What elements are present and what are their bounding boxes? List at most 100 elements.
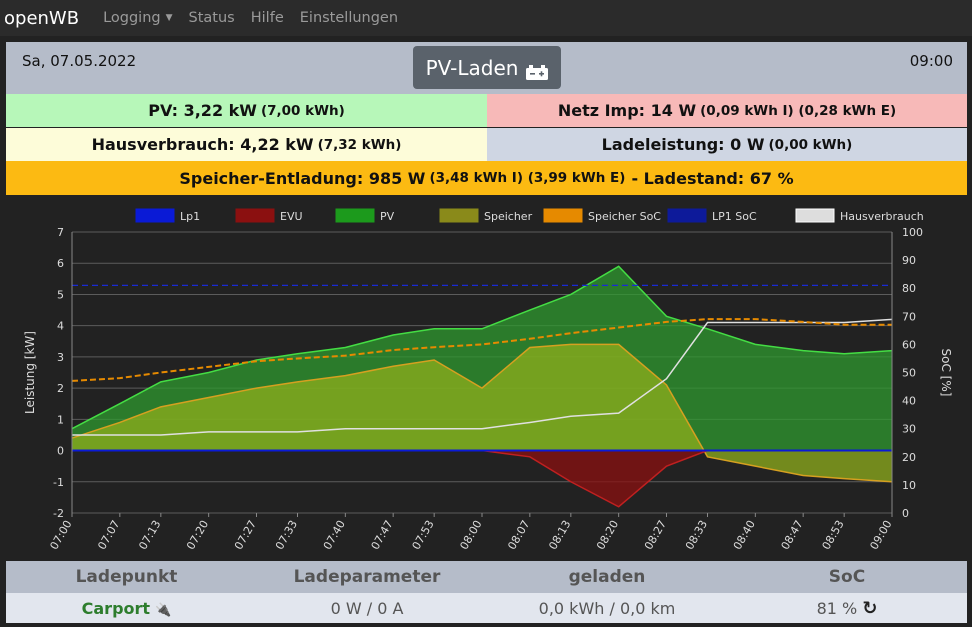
y2-tick-label: 30 xyxy=(902,423,916,436)
info-row-2: Hausverbrauch: 4,22 kW (7,32 kWh) Ladelei… xyxy=(6,128,967,161)
y2-axis-title: SoC [%] xyxy=(939,349,953,397)
netz-value: Netz Imp: 14 W xyxy=(557,101,697,120)
y2-tick-label: 50 xyxy=(902,367,916,380)
x-tick-label: 07:40 xyxy=(321,518,348,552)
lade-energy: (0,00 kWh) xyxy=(768,136,853,153)
y-tick-label: 1 xyxy=(57,413,64,426)
legend-label: Speicher xyxy=(484,210,533,223)
table-header: Ladepunkt Ladeparameter geladen SoC xyxy=(6,561,967,593)
y-axis-title: Leistung [kW] xyxy=(23,331,37,414)
x-tick-label: 08:40 xyxy=(731,518,758,552)
y-tick-label: 5 xyxy=(57,288,64,301)
header-ladeparameter: Ladeparameter xyxy=(293,567,441,587)
legend-swatch xyxy=(235,208,275,223)
y2-tick-label: 90 xyxy=(902,254,916,267)
legend-swatch xyxy=(439,208,479,223)
chargepoint-params: 0 W / 0 A xyxy=(330,598,404,618)
x-tick-label: 07:20 xyxy=(184,518,211,552)
legend-label: PV xyxy=(380,210,395,223)
y-tick-label: 6 xyxy=(57,257,64,270)
y-tick-label: -1 xyxy=(53,476,64,489)
legend-swatch xyxy=(667,208,707,223)
refresh-icon[interactable]: ↻ xyxy=(862,598,877,619)
x-tick-label: 08:00 xyxy=(457,518,484,552)
legend-label: Lp1 xyxy=(180,210,200,223)
y-tick-label: 2 xyxy=(57,382,64,395)
x-tick-label: 08:53 xyxy=(820,518,847,552)
plug-icon: 🔌 xyxy=(155,602,172,618)
nav-logging[interactable]: Logging ▼ xyxy=(103,10,172,26)
date-label: Sa, 07.05.2022 xyxy=(22,52,137,70)
brand-logo[interactable]: openWB xyxy=(4,8,79,29)
charge-mode-label: PV-Laden xyxy=(425,55,519,80)
x-tick-label: 08:47 xyxy=(779,518,806,552)
haus-value: Hausverbrauch: 4,22 kW xyxy=(91,135,314,154)
lade-value: Ladeleistung: 0 W xyxy=(601,135,765,154)
x-tick-label: 08:13 xyxy=(546,518,573,552)
x-tick-label: 08:33 xyxy=(683,518,710,552)
chargepoint-name: Carport xyxy=(81,598,151,618)
legend-swatch xyxy=(335,208,375,223)
lade-cell: Ladeleistung: 0 W (0,00 kWh) xyxy=(487,128,967,161)
header-ladepunkt: Ladepunkt xyxy=(75,567,178,587)
nav-einstellungen[interactable]: Einstellungen xyxy=(300,10,398,26)
haus-cell: Hausverbrauch: 4,22 kW (7,32 kWh) xyxy=(6,128,487,161)
info-row-1: PV: 3,22 kW (7,00 kWh) Netz Imp: 14 W (0,0… xyxy=(6,94,967,127)
legend-swatch xyxy=(795,208,835,223)
car-battery-icon xyxy=(526,61,549,80)
nav-logging-label: Logging xyxy=(103,10,161,26)
netz-cell: Netz Imp: 14 W (0,09 kWh I) (0,28 kWh E) xyxy=(487,94,967,127)
chargepoint-charged: 0,0 kWh / 0,0 km xyxy=(538,598,676,618)
y2-tick-label: 80 xyxy=(902,282,916,295)
legend-label: Hausverbrauch xyxy=(840,210,924,223)
legend-label: LP1 SoC xyxy=(712,210,757,223)
pv-cell: PV: 3,22 kW (7,00 kWh) xyxy=(6,94,487,127)
x-tick-label: 09:00 xyxy=(867,518,894,552)
info-row-3: Speicher-Entladung: 985 W (3,48 kWh I) (3… xyxy=(6,161,967,195)
x-tick-label: 07:13 xyxy=(136,518,163,552)
x-tick-label: 07:07 xyxy=(95,518,122,552)
status-header: Sa, 07.05.2022 PV-Laden 09:00 xyxy=(6,42,967,94)
navbar: openWB Logging ▼ Status Hilfe Einstellung… xyxy=(0,0,972,36)
legend-label: EVU xyxy=(280,210,303,223)
nav-status[interactable]: Status xyxy=(189,10,235,26)
chargepoint-soc: 81 % xyxy=(816,598,858,618)
x-tick-label: 08:27 xyxy=(642,518,669,552)
header-geladen: geladen xyxy=(568,567,646,587)
table-row[interactable]: Carport 🔌 0 W / 0 A 0,0 kWh / 0,0 km 81 … xyxy=(6,593,967,623)
speicher-energy: (3,48 kWh I) (3,99 kWh E) xyxy=(429,170,626,186)
speicher-soc: - Ladestand: 67 % xyxy=(631,168,794,188)
haus-energy: (7,32 kWh) xyxy=(317,136,402,153)
chargepoint-name-cell[interactable]: Carport 🔌 xyxy=(6,599,247,618)
netz-energy: (0,09 kWh I) (0,28 kWh E) xyxy=(700,102,897,119)
y2-tick-label: 60 xyxy=(902,338,916,351)
y-tick-label: 7 xyxy=(57,226,64,239)
x-tick-label: 08:20 xyxy=(594,518,621,552)
power-chart[interactable]: -2 -1 0 1 2 3 4 5 6 7 0 10 20 30 40 50 60 70 80 90 100 07:00 0… xyxy=(6,200,967,555)
y-tick-label: 0 xyxy=(57,445,64,458)
power-chart-svg: -2-101234567010203040506070809010007:00 0… xyxy=(23,208,953,552)
legend-label: Speicher SoC xyxy=(588,210,661,223)
pv-energy: (7,00 kWh) xyxy=(260,102,345,119)
y2-tick-label: 70 xyxy=(902,310,916,323)
caret-down-icon: ▼ xyxy=(165,13,173,23)
chargepoint-table: Ladepunkt Ladeparameter geladen SoC Carp… xyxy=(6,561,967,623)
chargepoint-soc-cell: 81 % ↻ xyxy=(727,598,967,619)
y2-tick-label: 40 xyxy=(902,395,916,408)
nav-hilfe[interactable]: Hilfe xyxy=(251,10,284,26)
header-soc: SoC xyxy=(828,567,866,587)
legend-swatch xyxy=(135,208,175,223)
y-tick-label: 3 xyxy=(57,351,64,364)
speicher-value: Speicher-Entladung: 985 W xyxy=(179,168,426,188)
x-tick-label: 07:53 xyxy=(410,518,437,552)
speicher-cell: Speicher-Entladung: 985 W (3,48 kWh I) (3… xyxy=(6,161,967,195)
x-tick-label: 08:07 xyxy=(505,518,532,552)
x-tick-label: 07:33 xyxy=(273,518,300,552)
charge-mode-button[interactable]: PV-Laden xyxy=(413,46,561,89)
pv-value: PV: 3,22 kW xyxy=(148,101,257,120)
y2-tick-label: 20 xyxy=(902,451,916,464)
x-tick-label: 07:27 xyxy=(232,518,259,552)
time-label: 09:00 xyxy=(909,52,953,70)
y2-tick-label: 0 xyxy=(902,507,909,520)
y2-tick-label: 100 xyxy=(902,226,923,239)
